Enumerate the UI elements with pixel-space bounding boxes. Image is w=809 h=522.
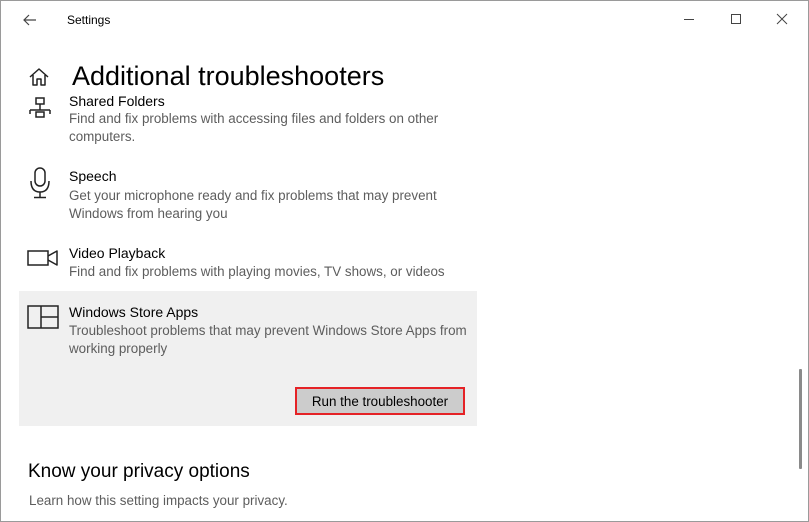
app-title: Settings (67, 13, 111, 27)
minimize-button[interactable] (677, 7, 701, 31)
troubleshooter-windows-store-apps[interactable]: Windows Store Apps Troubleshoot problems… (19, 291, 477, 426)
run-troubleshooter-button[interactable]: Run the troubleshooter (295, 387, 465, 415)
troubleshooter-description: Troubleshoot problems that may prevent W… (69, 323, 467, 356)
troubleshooter-description: Get your microphone ready and fix proble… (69, 188, 437, 221)
troubleshooter-name: Windows Store Apps (69, 304, 199, 320)
close-button[interactable] (770, 7, 794, 31)
scrollbar[interactable] (799, 369, 802, 469)
back-arrow-icon (23, 14, 36, 26)
privacy-title: Know your privacy options (28, 461, 250, 482)
troubleshooter-speech[interactable]: Speech Get your microphone ready and fix… (19, 167, 477, 227)
troubleshooter-name: Shared Folders (69, 93, 165, 109)
home-button[interactable] (28, 67, 50, 87)
minimize-icon (684, 19, 694, 20)
title-bar: Settings (1, 1, 808, 39)
home-icon (29, 68, 49, 86)
troubleshooter-video-playback[interactable]: Video Playback Find and fix problems wit… (19, 245, 477, 285)
troubleshooter-shared-folders[interactable]: Shared Folders Find and fix problems wit… (19, 93, 477, 155)
store-apps-icon (27, 305, 59, 329)
shared-folders-icon (29, 97, 51, 118)
troubleshooter-description: Find and fix problems with playing movie… (69, 264, 445, 279)
maximize-icon (731, 14, 741, 24)
microphone-icon (30, 167, 50, 199)
troubleshooter-description: Find and fix problems with accessing fil… (69, 111, 439, 144)
page-title: Additional troubleshooters (72, 61, 385, 91)
close-icon (776, 13, 788, 25)
video-camera-icon (27, 250, 58, 266)
troubleshooter-name: Speech (69, 168, 117, 184)
privacy-link[interactable]: Learn how this setting impacts your priv… (29, 493, 288, 508)
settings-window: Settings Additional troubleshooters Shar… (0, 0, 809, 522)
back-button[interactable] (19, 9, 41, 31)
troubleshooter-name: Video Playback (69, 245, 166, 261)
maximize-button[interactable] (724, 7, 748, 31)
